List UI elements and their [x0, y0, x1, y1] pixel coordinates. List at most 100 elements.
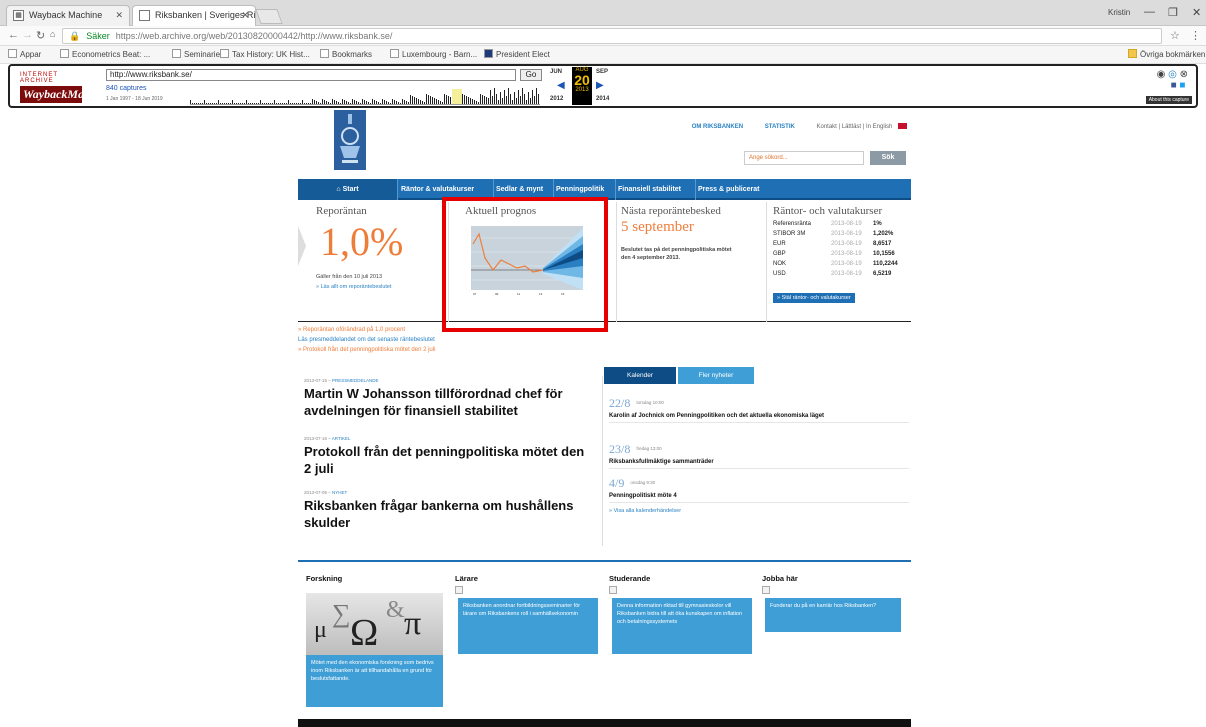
user-icon[interactable]: ◉	[1157, 69, 1166, 80]
maximize-icon[interactable]: ❐	[1168, 6, 1178, 19]
forward-icon[interactable]: →	[22, 29, 33, 41]
card-title[interactable]: Studerande	[609, 574, 650, 583]
statistics-link[interactable]: STATISTIK	[765, 124, 795, 130]
capture-bar	[368, 102, 369, 104]
riksbank-logo[interactable]	[334, 110, 366, 170]
article-title[interactable]: Protokoll från det penningpolitiska möte…	[304, 443, 594, 477]
quick-link[interactable]: Läs presmeddelandet om det senaste ränte…	[298, 335, 435, 345]
next-month[interactable]: SEP	[596, 69, 608, 75]
close-icon[interactable]: ✕	[241, 6, 249, 25]
card-text[interactable]: Riksbanken anordnar fortbildningsseminar…	[458, 598, 598, 654]
close-icon[interactable]: ⊗	[1180, 69, 1188, 80]
card-text[interactable]: Denna information riktad till gymnasiesk…	[612, 598, 752, 654]
url-field[interactable]: 🔒 Säker https://web.archive.org/web/201308…	[62, 28, 1162, 44]
profile-name[interactable]: Kristin	[1108, 8, 1130, 17]
bookmark-item[interactable]: Tax History: UK Hist...	[220, 49, 310, 59]
search-button[interactable]: Sök	[870, 151, 906, 165]
tab-wayback[interactable]: ▦ Wayback Machine ✕	[6, 5, 130, 26]
facebook-icon[interactable]: ■	[1171, 80, 1177, 91]
capture-bar	[196, 103, 197, 104]
site-search-input[interactable]: Ange sökord...	[744, 151, 864, 165]
back-icon[interactable]: ←	[8, 29, 19, 41]
event-text[interactable]: Penningpolitiskt möte 4	[609, 492, 909, 500]
event-text[interactable]: Riksbanksfullmäktige sammanträder	[609, 458, 909, 466]
about-link[interactable]: OM RIKSBANKEN	[692, 124, 743, 130]
bookmark-item[interactable]: President Elect	[484, 49, 550, 59]
repo-rate-value: 1,0%	[320, 219, 404, 264]
capture-bar	[494, 88, 495, 104]
about-capture-button[interactable]: About this capture	[1145, 96, 1192, 104]
next-year[interactable]: 2014	[596, 96, 609, 102]
bookmark-item[interactable]: Luxembourg - Barn...	[390, 49, 477, 59]
other-bookmarks[interactable]: Övriga bokmärken	[1128, 49, 1205, 59]
menu-icon[interactable]: ⋮	[1190, 29, 1201, 42]
new-tab-button[interactable]	[255, 9, 283, 24]
uk-flag-icon[interactable]	[898, 123, 907, 129]
article-title[interactable]: Martin W Johansson tillförordnad chef fö…	[304, 385, 594, 419]
tab-calendar[interactable]: Kalender	[604, 367, 676, 384]
card-text[interactable]: Funderar du på en karriär hos Riksbanken…	[765, 598, 901, 632]
bookmark-item[interactable]: Econometrics Beat: ...	[60, 49, 150, 59]
capture-bar	[340, 103, 341, 104]
tab-riksbanken[interactable]: Riksbanken | Sveriges Ri... ✕	[132, 5, 256, 26]
capture-bar	[220, 103, 221, 104]
news-article[interactable]: 2013-07-16 – ARTIKEL Protokoll från det …	[304, 436, 594, 477]
capture-bar	[300, 103, 301, 104]
capture-bar	[488, 98, 489, 104]
rates-button[interactable]: » Stäl räntor- och valutakurser	[773, 293, 855, 303]
go-button[interactable]: Go	[520, 69, 542, 81]
bookmark-item[interactable]: Bookmarks	[320, 49, 372, 59]
news-article[interactable]: 2013-07-05 – NYHET Riksbanken frågar ban…	[304, 490, 594, 531]
close-icon[interactable]: ✕	[115, 6, 123, 25]
news-article[interactable]: 2013-07-15 – PRESSMEDDELANDE Martin W Jo…	[304, 378, 594, 419]
reload-icon[interactable]: ↻	[36, 29, 45, 42]
bookmark-item[interactable]: Seminarier	[172, 49, 223, 59]
wayback-url-input[interactable]: http://www.riksbank.se/	[106, 69, 516, 81]
capture-bar	[338, 102, 339, 104]
minimize-icon[interactable]: —	[1144, 6, 1155, 18]
prev-capture-icon[interactable]: ◀	[557, 80, 565, 91]
calendar-event[interactable]: 23/8 fredag 13:00 Riksbanksfullmäktige sa…	[609, 440, 909, 469]
quick-link[interactable]: » Reporäntan oförändrad på 1,0 procent	[298, 325, 435, 335]
event-date: 22/8	[609, 396, 631, 410]
contact-links[interactable]: Kontakt | Lättläst | In English	[817, 124, 893, 130]
prev-year[interactable]: 2012	[550, 96, 563, 102]
tab-more-news[interactable]: Fler nyheter	[678, 367, 754, 384]
next-capture-icon[interactable]: ▶	[596, 80, 604, 91]
nav-start[interactable]: ⌂ Start	[298, 179, 398, 200]
calendar-event[interactable]: 22/8 torsdag 10:00 Karolin af Jochnick om…	[609, 394, 909, 423]
all-events-link[interactable]: » Visa alla kalenderhändelser	[609, 508, 681, 514]
article-title[interactable]: Riksbanken frågar bankerna om hushållens…	[304, 497, 594, 531]
research-image[interactable]: μ ∑ Ω & π	[306, 593, 443, 655]
capture-bar	[226, 103, 227, 104]
capture-bar	[444, 94, 445, 104]
event-text[interactable]: Karolin af Jochnick om Penningpolitiken …	[609, 412, 909, 420]
capture-sparkline[interactable]	[190, 83, 540, 105]
capture-bar	[504, 90, 505, 104]
capture-bar	[332, 99, 333, 104]
capture-bar	[264, 103, 265, 104]
capture-bar	[334, 100, 335, 104]
wayback-logo[interactable]: INTERNET ARCHIVE WaybackMachine	[20, 72, 111, 103]
card-title[interactable]: Lärare	[455, 574, 478, 583]
prev-month[interactable]: JUN	[550, 69, 562, 75]
calendar-event[interactable]: 4/9 onsdag 9:30 Penningpolitiskt möte 4	[609, 474, 909, 503]
captures-link[interactable]: 840 captures	[106, 85, 146, 92]
twitter-icon[interactable]: ■	[1179, 80, 1185, 91]
home-icon[interactable]: ⌂	[50, 29, 55, 39]
repo-link[interactable]: » Läs allt om reporäntebeslutet	[316, 284, 392, 290]
nav-press[interactable]: Press & publicerat	[696, 179, 786, 200]
capture-bar	[308, 103, 309, 104]
card-text[interactable]: Mötet med den ekonomiska forskning som b…	[306, 655, 443, 707]
star-icon[interactable]: ☆	[1170, 29, 1180, 42]
nav-financial-stability[interactable]: Finansiell stabilitet	[616, 179, 696, 200]
capture-bar	[298, 103, 299, 104]
help-icon[interactable]: ◎	[1168, 69, 1177, 80]
card-title[interactable]: Forskning	[306, 574, 342, 583]
card-title[interactable]: Jobba här	[762, 574, 798, 583]
window-close-icon[interactable]: ✕	[1192, 6, 1201, 19]
bookmark-item[interactable]: Appar	[8, 49, 41, 59]
capture-bar	[266, 103, 267, 104]
quick-link[interactable]: » Protokoll från det penningpolitiska mö…	[298, 345, 435, 355]
capture-bar	[438, 100, 439, 104]
